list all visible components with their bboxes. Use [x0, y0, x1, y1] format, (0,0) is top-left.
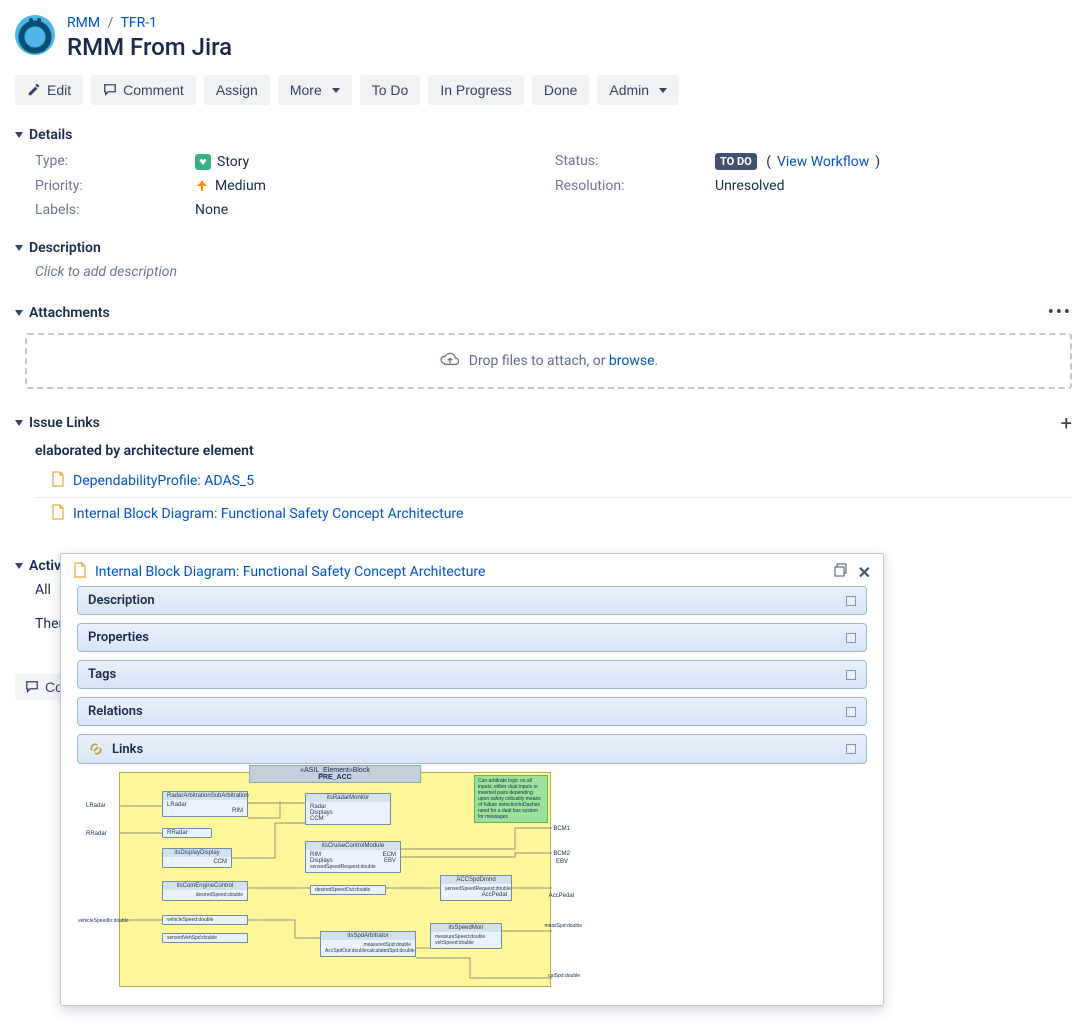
status-badge: TO DO — [715, 153, 757, 170]
link-item[interactable]: Internal Block Diagram: Functional Safet… — [35, 498, 1072, 530]
label-priority: Priority: — [35, 178, 195, 194]
assign-button[interactable]: Assign — [204, 75, 270, 105]
browse-link[interactable]: browse — [609, 353, 655, 369]
breadcrumb-separator: / — [108, 15, 114, 31]
label-resolution: Resolution: — [555, 178, 715, 194]
port-label: BCM1 — [553, 826, 570, 832]
port-label: AccPedal — [549, 893, 574, 899]
link-item-label: Internal Block Diagram: Functional Safet… — [73, 506, 463, 522]
value-resolution: Unresolved — [715, 178, 1072, 194]
page-icon — [51, 504, 65, 524]
attachment-dropzone[interactable]: Drop files to attach, or browse. — [25, 333, 1072, 389]
port-label: calSpd:double — [548, 973, 580, 979]
value-type: Story — [217, 154, 249, 170]
section-title-issue-links: Issue Links — [29, 415, 100, 431]
more-label: More — [290, 82, 322, 98]
add-link-icon[interactable]: + — [1061, 411, 1072, 435]
port-label: LRadar — [86, 803, 106, 809]
panel-collapse-icon[interactable] — [846, 633, 856, 643]
panel-relations[interactable]: Relations — [88, 704, 143, 719]
value-priority: Medium — [215, 178, 266, 194]
priority-medium-icon — [195, 179, 209, 193]
page-icon — [51, 471, 65, 491]
cloud-upload-icon — [439, 350, 461, 372]
link-item[interactable]: DependabilityProfile: ADAS_5 — [35, 465, 1072, 497]
diagram-connectors — [120, 773, 552, 988]
project-avatar — [15, 15, 55, 55]
story-icon — [195, 154, 211, 170]
popup-title[interactable]: Internal Block Diagram: Functional Safet… — [95, 564, 485, 580]
chain-link-icon — [88, 741, 104, 757]
inprogress-button[interactable]: In Progress — [428, 75, 524, 105]
panel-properties[interactable]: Properties — [88, 630, 149, 645]
tab-all[interactable]: All — [35, 582, 51, 598]
panel-collapse-icon[interactable] — [846, 670, 856, 680]
more-button[interactable]: More — [278, 75, 352, 105]
admin-button[interactable]: Admin — [597, 75, 679, 105]
panel-links[interactable]: Links — [112, 742, 143, 757]
panel-collapse-icon[interactable] — [846, 596, 856, 606]
comment-button[interactable]: Comment — [91, 75, 196, 105]
label-labels: Labels: — [35, 202, 195, 218]
panel-tags[interactable]: Tags — [88, 667, 116, 682]
section-title-details: Details — [29, 127, 72, 143]
page-title: RMM From Jira — [67, 33, 232, 61]
preview-popup: Internal Block Diagram: Functional Safet… — [60, 553, 884, 1006]
restore-window-icon[interactable] — [834, 563, 848, 582]
todo-button[interactable]: To Do — [360, 75, 421, 105]
dropzone-text: Drop files to attach, or browse. — [469, 353, 659, 369]
breadcrumb-issue[interactable]: TFR-1 — [121, 15, 157, 31]
label-status: Status: — [555, 153, 715, 170]
description-placeholder[interactable]: Click to add description — [15, 264, 1072, 280]
comment-label: Comment — [123, 82, 184, 98]
value-labels: None — [195, 202, 555, 218]
toolbar: Edit Comment Assign More To Do In Progre… — [15, 75, 1072, 105]
collapse-toggle-icon[interactable] — [15, 245, 23, 251]
view-workflow-link[interactable]: View Workflow — [777, 154, 869, 170]
edit-button[interactable]: Edit — [15, 75, 83, 105]
attachments-more-icon[interactable]: ••• — [1048, 302, 1072, 323]
speech-bubble-icon — [103, 83, 117, 97]
port-label: BCM2 — [553, 851, 570, 857]
port-label: RRadar — [86, 831, 107, 837]
chevron-down-icon — [659, 88, 667, 93]
breadcrumb-project[interactable]: RMM — [67, 15, 100, 31]
port-label: EBV — [556, 859, 568, 865]
link-item-label: DependabilityProfile: ADAS_5 — [73, 473, 254, 489]
pencil-icon — [27, 83, 41, 97]
page-icon — [73, 562, 87, 582]
links-subheading: elaborated by architecture element — [35, 443, 1072, 459]
collapse-toggle-icon[interactable] — [15, 310, 23, 316]
admin-label: Admin — [609, 82, 649, 98]
panel-description[interactable]: Description — [88, 593, 155, 608]
speech-bubble-icon — [25, 680, 39, 694]
section-title-attachments: Attachments — [29, 305, 110, 321]
chevron-down-icon — [332, 88, 340, 93]
panel-collapse-icon[interactable] — [846, 707, 856, 717]
diagram-canvas: «ASIL_Element»Block PRE_ACC Can arbitrat… — [119, 772, 551, 987]
collapse-toggle-icon[interactable] — [15, 420, 23, 426]
panel-collapse-icon[interactable] — [846, 744, 856, 754]
breadcrumb: RMM / TFR-1 — [67, 15, 232, 31]
section-title-description: Description — [29, 240, 101, 256]
close-icon[interactable]: ✕ — [858, 563, 871, 582]
collapse-toggle-icon[interactable] — [15, 132, 23, 138]
collapse-toggle-icon[interactable] — [15, 563, 23, 569]
done-button[interactable]: Done — [532, 75, 589, 105]
edit-label: Edit — [47, 82, 71, 98]
label-type: Type: — [35, 153, 195, 170]
